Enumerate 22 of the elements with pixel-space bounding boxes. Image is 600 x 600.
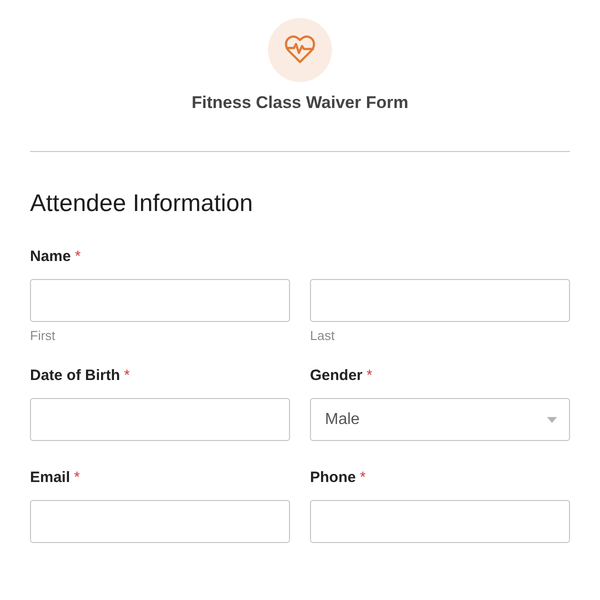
- sublabel: First: [30, 328, 56, 343]
- field-label: Name: [30, 248, 71, 265]
- required-mark: *: [360, 469, 366, 486]
- required-mark: *: [74, 469, 80, 486]
- input-field[interactable]: [30, 500, 290, 543]
- sublabel: Last: [310, 328, 336, 343]
- heart-pulse-icon: [268, 18, 332, 82]
- field-label: Email: [30, 469, 70, 486]
- section-heading: Attendee Information: [30, 190, 254, 218]
- caret-icon: [547, 416, 557, 422]
- required-mark: *: [366, 367, 372, 384]
- input-field[interactable]: [30, 398, 290, 441]
- form-title: Fitness Class Waiver Form: [192, 93, 408, 113]
- input-field[interactable]: [310, 279, 570, 322]
- field-label: Date of Birth: [30, 367, 120, 384]
- field-label: Phone: [310, 469, 356, 486]
- select-field[interactable]: Male: [310, 398, 570, 441]
- required-mark: *: [74, 248, 81, 265]
- required-mark: *: [124, 367, 130, 384]
- input-field[interactable]: [310, 500, 570, 543]
- field-label: Gender: [310, 367, 363, 384]
- input-field[interactable]: [30, 279, 290, 322]
